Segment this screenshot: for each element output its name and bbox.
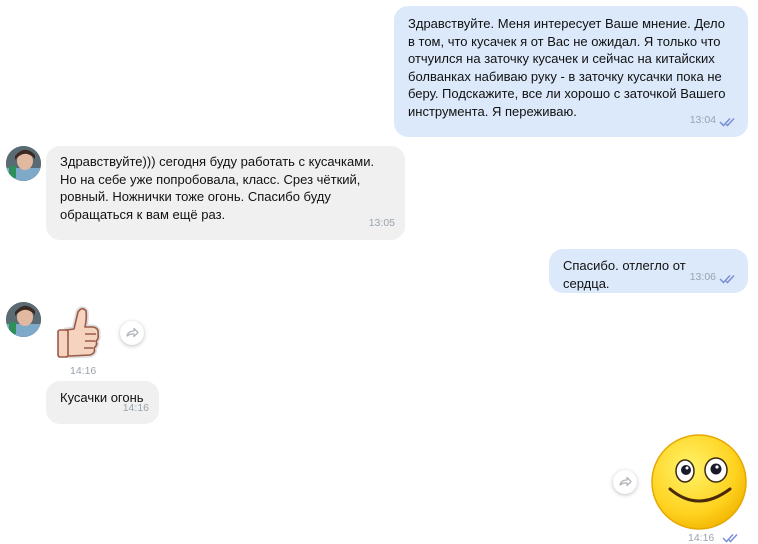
read-ticks-icon	[719, 117, 735, 127]
message-time: 14:16	[70, 365, 97, 377]
message-time: 14:16	[122, 401, 149, 414]
message-text: Здравствуйте))) сегодня буду работать с …	[60, 154, 375, 222]
thumbs-up-icon	[57, 306, 101, 359]
read-ticks-icon	[722, 533, 738, 543]
smiley-face-icon	[651, 434, 747, 530]
avatar[interactable]	[6, 146, 41, 181]
message-time: 13:06	[689, 270, 716, 283]
share-icon	[126, 327, 139, 338]
sticker-smiley[interactable]	[650, 433, 748, 531]
share-button[interactable]	[613, 470, 637, 494]
message-time: 14:16	[688, 532, 715, 544]
share-button[interactable]	[120, 321, 144, 345]
message-outgoing[interactable]: Здравствуйте. Меня интересует Ваше мнени…	[394, 6, 748, 137]
share-icon	[619, 476, 632, 487]
message-incoming[interactable]: Кусачки огонь 14:16	[46, 381, 159, 424]
avatar[interactable]	[6, 302, 41, 337]
read-ticks-icon	[719, 274, 735, 284]
message-text: Здравствуйте. Меня интересует Ваше мнени…	[408, 16, 726, 119]
message-incoming[interactable]: Здравствуйте))) сегодня буду работать с …	[46, 146, 405, 240]
message-outgoing[interactable]: Спасибо. отлегло от сердца. 13:06	[549, 249, 748, 293]
message-time: 13:05	[368, 216, 395, 229]
sticker-thumbs-up[interactable]	[52, 302, 102, 362]
message-time: 13:04	[689, 113, 716, 126]
